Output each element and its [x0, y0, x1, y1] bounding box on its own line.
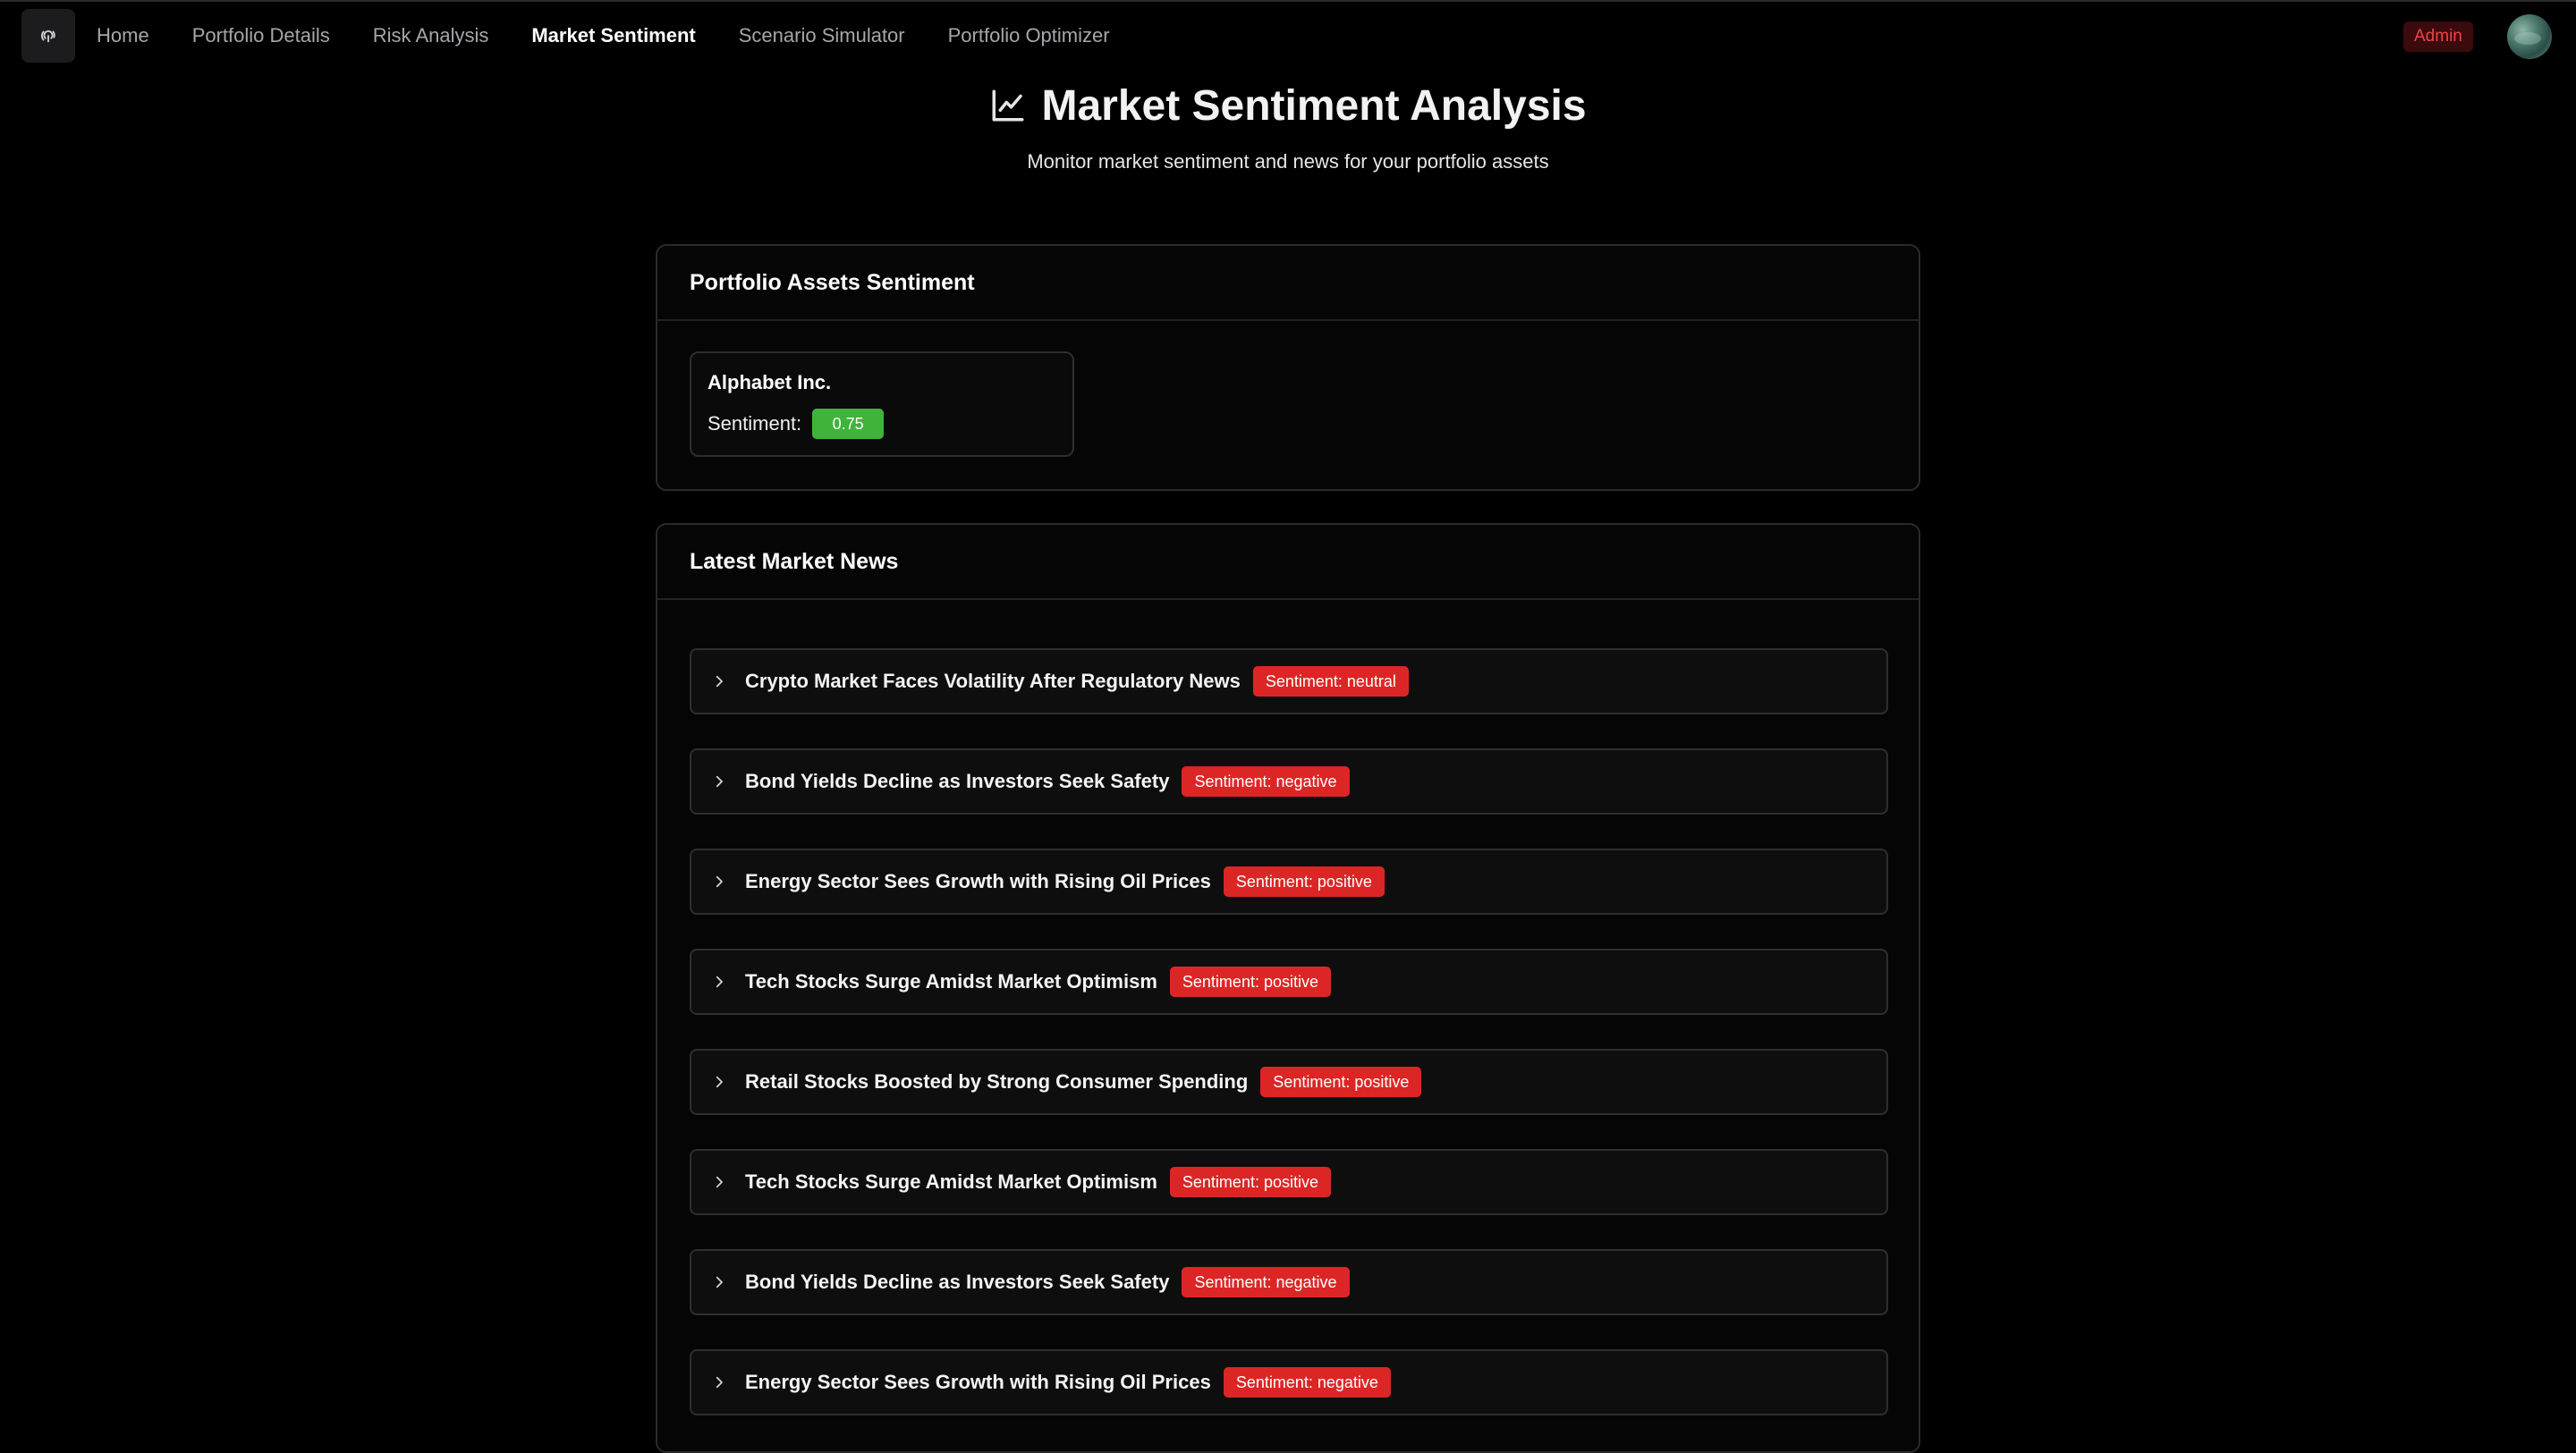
fingerprint-icon	[41, 30, 55, 43]
nav-item-home[interactable]: Home	[97, 24, 149, 47]
sentiment-badge: Sentiment: positive	[1223, 866, 1385, 897]
page-title-text: Market Sentiment Analysis	[1041, 81, 1587, 130]
sentiment-label: Sentiment:	[708, 412, 802, 435]
news-title: Energy Sector Sees Growth with Rising Oi…	[745, 1371, 1211, 1393]
news-item[interactable]: Energy Sector Sees Growth with Rising Oi…	[690, 1349, 1888, 1415]
nav-item-scenario-simulator[interactable]: Scenario Simulator	[739, 24, 905, 47]
portfolio-assets-sentiment-card: Portfolio Assets Sentiment Alphabet Inc.…	[656, 244, 1920, 491]
chevron-right-icon	[716, 976, 723, 988]
news-item[interactable]: Tech Stocks Surge Amidst Market Optimism…	[690, 949, 1888, 1015]
user-avatar[interactable]	[2507, 14, 2552, 59]
chevron-right-icon	[716, 675, 723, 688]
sentiment-badge: Sentiment: positive	[1169, 1167, 1331, 1197]
chevron-right-icon	[716, 1076, 723, 1088]
news-title: Tech Stocks Surge Amidst Market Optimism	[745, 970, 1157, 993]
main-nav: Home Portfolio Details Risk Analysis Mar…	[97, 2, 1153, 70]
chevron-right-icon	[716, 1276, 723, 1288]
sentiment-badge: Sentiment: neutral	[1252, 666, 1409, 697]
nav-item-market-sentiment[interactable]: Market Sentiment	[531, 24, 695, 47]
logo-button[interactable]	[21, 9, 75, 63]
top-navigation-bar: Home Portfolio Details Risk Analysis Mar…	[0, 0, 2576, 68]
sentiment-badge: Sentiment: negative	[1223, 1367, 1391, 1398]
news-item[interactable]: Bond Yields Decline as Investors Seek Sa…	[690, 748, 1888, 815]
sentiment-badge: Sentiment: positive	[1260, 1067, 1422, 1097]
asset-card: Alphabet Inc. Sentiment: 0.75	[690, 351, 1074, 457]
sentiment-badge: Sentiment: negative	[1182, 766, 1350, 797]
nav-item-portfolio-optimizer[interactable]: Portfolio Optimizer	[948, 24, 1110, 47]
news-title: Bond Yields Decline as Investors Seek Sa…	[745, 1271, 1170, 1293]
page-subtitle: Monitor market sentiment and news for yo…	[1027, 150, 1549, 173]
news-item[interactable]: Crypto Market Faces Volatility After Reg…	[690, 648, 1888, 714]
news-item[interactable]: Retail Stocks Boosted by Strong Consumer…	[690, 1049, 1888, 1115]
card-title: Latest Market News	[657, 525, 1919, 600]
news-title: Energy Sector Sees Growth with Rising Oi…	[745, 870, 1211, 892]
card-title: Portfolio Assets Sentiment	[657, 246, 1919, 321]
chevron-right-icon	[716, 875, 723, 888]
line-chart-icon	[992, 89, 1024, 122]
news-item[interactable]: Tech Stocks Surge Amidst Market Optimism…	[690, 1149, 1888, 1215]
news-title: Crypto Market Faces Volatility After Reg…	[745, 670, 1241, 692]
nav-item-risk-analysis[interactable]: Risk Analysis	[373, 24, 489, 47]
news-title: Bond Yields Decline as Investors Seek Sa…	[745, 770, 1170, 792]
news-item[interactable]: Energy Sector Sees Growth with Rising Oi…	[690, 849, 1888, 915]
chevron-right-icon	[716, 775, 723, 788]
page-title: Market Sentiment Analysis	[0, 77, 2576, 134]
news-title: Tech Stocks Surge Amidst Market Optimism	[745, 1170, 1157, 1193]
sentiment-badge: Sentiment: positive	[1169, 967, 1331, 997]
asset-sentiment-row: Sentiment: 0.75	[708, 409, 1056, 439]
chevron-right-icon	[716, 1376, 723, 1389]
sentiment-badge: Sentiment: negative	[1182, 1267, 1350, 1297]
asset-name: Alphabet Inc.	[708, 371, 832, 393]
admin-badge: Admin	[2403, 21, 2473, 52]
news-item[interactable]: Bond Yields Decline as Investors Seek Sa…	[690, 1249, 1888, 1315]
news-title: Retail Stocks Boosted by Strong Consumer…	[745, 1070, 1249, 1093]
nav-item-portfolio-details[interactable]: Portfolio Details	[192, 24, 330, 47]
chevron-right-icon	[716, 1176, 723, 1188]
latest-market-news-card: Latest Market News Crypto Market Faces V…	[656, 523, 1920, 1453]
sentiment-score-badge: 0.75	[812, 409, 885, 439]
